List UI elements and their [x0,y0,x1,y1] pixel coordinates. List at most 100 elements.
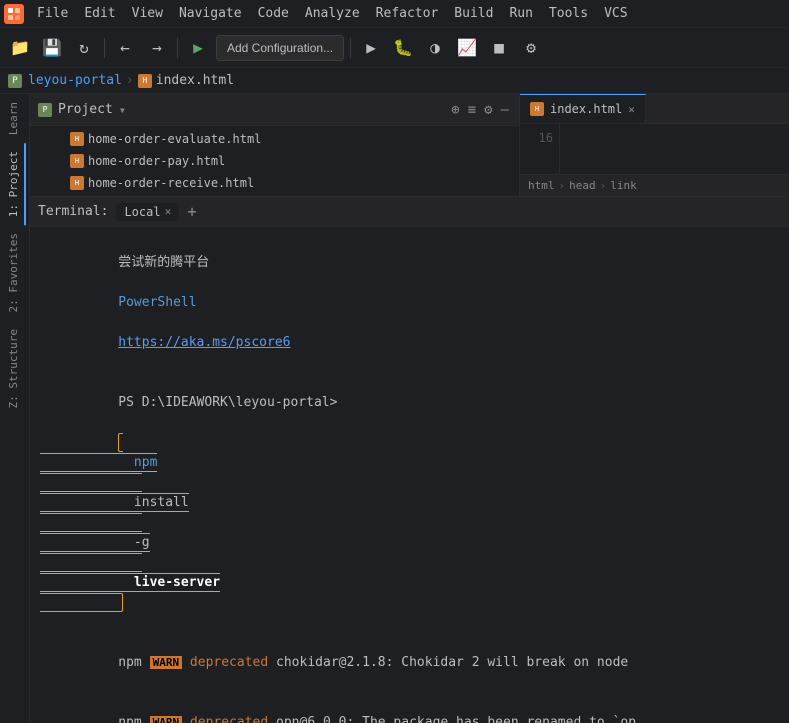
menu-run[interactable]: Run [502,4,539,23]
editor-tab-bar: H index.html ✕ [520,94,789,124]
sidebar-tab-structure[interactable]: Z: Structure [3,321,26,416]
file-item-receive[interactable]: H home-order-receive.html [30,172,519,194]
open-folder-button[interactable]: 📁 [6,34,34,62]
bug-button[interactable]: 🐛 [389,34,417,62]
editor-tab-label: index.html [550,102,622,116]
content-area: P Project ▾ ⊕ ≡ ⚙ — H home-order-evaluat… [30,94,789,723]
project-locate-button[interactable]: ⊕ [449,100,461,120]
app-logo [4,4,24,24]
editor-tab-index[interactable]: H index.html ✕ [520,94,646,123]
install-word: install [134,495,189,510]
menu-bar: File Edit View Navigate Code Analyze Ref… [0,0,789,28]
warn-badge-2: WARN [150,716,183,723]
line-number-16: 16 [526,128,553,148]
editor-breadcrumb-html: html [528,179,555,192]
toolbar-separator-2 [177,38,178,58]
file-item-pay[interactable]: H home-order-pay.html [30,150,519,172]
terminal-label: Terminal: [38,204,108,219]
menu-refactor[interactable]: Refactor [369,4,446,23]
breadcrumb-project[interactable]: leyou-portal [28,73,122,88]
breadcrumb-file[interactable]: index.html [156,73,234,88]
more-button[interactable]: ⚙ [517,34,545,62]
file-html-icon-pay: H [70,154,84,168]
menu-view[interactable]: View [125,4,170,23]
project-file-list: H home-order-evaluate.html H home-order-… [30,126,519,196]
run-button[interactable]: ▶ [184,34,212,62]
file-html-icon-receive: H [70,176,84,190]
top-section: P Project ▾ ⊕ ≡ ⚙ — H home-order-evaluat… [30,94,789,197]
pscore-url[interactable]: https://aka.ms/pscore6 [118,335,290,350]
terminal-local-tab[interactable]: Local ✕ [116,203,179,221]
menu-file[interactable]: File [30,4,75,23]
project-collapse-button[interactable]: ≡ [466,100,478,120]
file-html-icon-evaluate: H [70,132,84,146]
menu-navigate[interactable]: Navigate [172,4,249,23]
sidebar-tab-project[interactable]: 1: Project [3,143,26,225]
refresh-button[interactable]: ↻ [70,34,98,62]
breadcrumb-bar: P leyou-portal › H index.html [0,68,789,94]
project-minimize-button[interactable]: — [499,100,511,120]
editor-breadcrumb: html › head › link [520,174,789,196]
breadcrumb-sep-html-head: › [559,179,566,192]
project-icon: P [38,103,52,117]
breadcrumb-sep-1: › [126,73,134,88]
toolbar-separator-1 [104,38,105,58]
terminal-prompt: PS D:\IDEAWORK\leyou-portal> [118,395,337,410]
sidebar-tab-favorites[interactable]: 2: Favorites [3,225,26,320]
code-editor[interactable] [560,124,789,174]
left-sidebar: Learn 1: Project 2: Favorites Z: Structu… [0,94,30,723]
editor-tab-html-icon: H [530,102,544,116]
sidebar-tab-learn[interactable]: Learn [3,94,26,143]
breadcrumb-sep-head-link: › [600,179,607,192]
project-panel-title: Project [58,102,113,117]
play-button[interactable]: ▶ [357,34,385,62]
stop-button[interactable]: ■ [485,34,513,62]
npm-word: npm [134,455,157,470]
menu-vcs[interactable]: VCS [597,4,634,23]
editor-panel: H index.html ✕ 16 html › head › li [520,94,789,196]
project-panel: P Project ▾ ⊕ ≡ ⚙ — H home-order-evaluat… [30,94,520,196]
add-configuration-button[interactable]: Add Configuration... [216,35,344,61]
editor-content-area: 16 [520,124,789,174]
menu-analyze[interactable]: Analyze [298,4,367,23]
file-label-pay: home-order-pay.html [88,154,225,168]
terminal-warn-2: npm WARN deprecated opn@6.0.0: The packa… [40,693,779,723]
live-server-word: live-server [134,575,220,590]
menu-code[interactable]: Code [251,4,296,23]
terminal-output: 尝试新的腾平台 PowerShell https://aka.ms/pscore… [30,227,789,723]
coverage-button[interactable]: ◑ [421,34,449,62]
project-panel-actions: ⊕ ≡ ⚙ — [449,100,511,120]
project-panel-header: P Project ▾ ⊕ ≡ ⚙ — [30,94,519,126]
terminal-header: Terminal: Local ✕ + [30,197,789,227]
menu-build[interactable]: Build [447,4,500,23]
terminal-line-platform: 尝试新的腾平台 PowerShell https://aka.ms/pscore… [40,233,779,373]
menu-tools[interactable]: Tools [542,4,595,23]
warn-badge-1: WARN [150,656,183,669]
terminal-section: Terminal: Local ✕ + 尝试新的腾平台 PowerShell h… [30,197,789,723]
powershell-label: PowerShell [118,295,196,310]
file-label-evaluate: home-order-evaluate.html [88,132,261,146]
back-button[interactable]: ← [111,34,139,62]
save-button[interactable]: 💾 [38,34,66,62]
g-flag: -g [134,535,150,550]
forward-button[interactable]: → [143,34,171,62]
profile-button[interactable]: 📈 [453,34,481,62]
terminal-new-tab-button[interactable]: + [187,202,197,221]
editor-breadcrumb-link: link [610,179,637,192]
terminal-tab-label: Local [124,205,160,219]
terminal-tab-close-button[interactable]: ✕ [165,205,172,218]
file-item-evaluate[interactable]: H home-order-evaluate.html [30,128,519,150]
project-folder-icon: P [8,74,22,88]
terminal-command-box: npm install -g live-server [40,433,220,612]
line-numbers: 16 [520,124,560,174]
main-area: Learn 1: Project 2: Favorites Z: Structu… [0,94,789,723]
platform-text: 尝试新的腾平台 [118,255,209,270]
editor-tab-close-button[interactable]: ✕ [628,103,635,116]
project-dropdown-arrow[interactable]: ▾ [119,103,126,117]
terminal-line-command: PS D:\IDEAWORK\leyou-portal> npm install… [40,373,779,633]
project-settings-button[interactable]: ⚙ [482,100,494,120]
menu-edit[interactable]: Edit [77,4,122,23]
toolbar: 📁 💾 ↻ ← → ▶ Add Configuration... ▶ 🐛 ◑ 📈… [0,28,789,68]
file-label-receive: home-order-receive.html [88,176,254,190]
terminal-warn-1: npm WARN deprecated chokidar@2.1.8: Chok… [40,633,779,693]
